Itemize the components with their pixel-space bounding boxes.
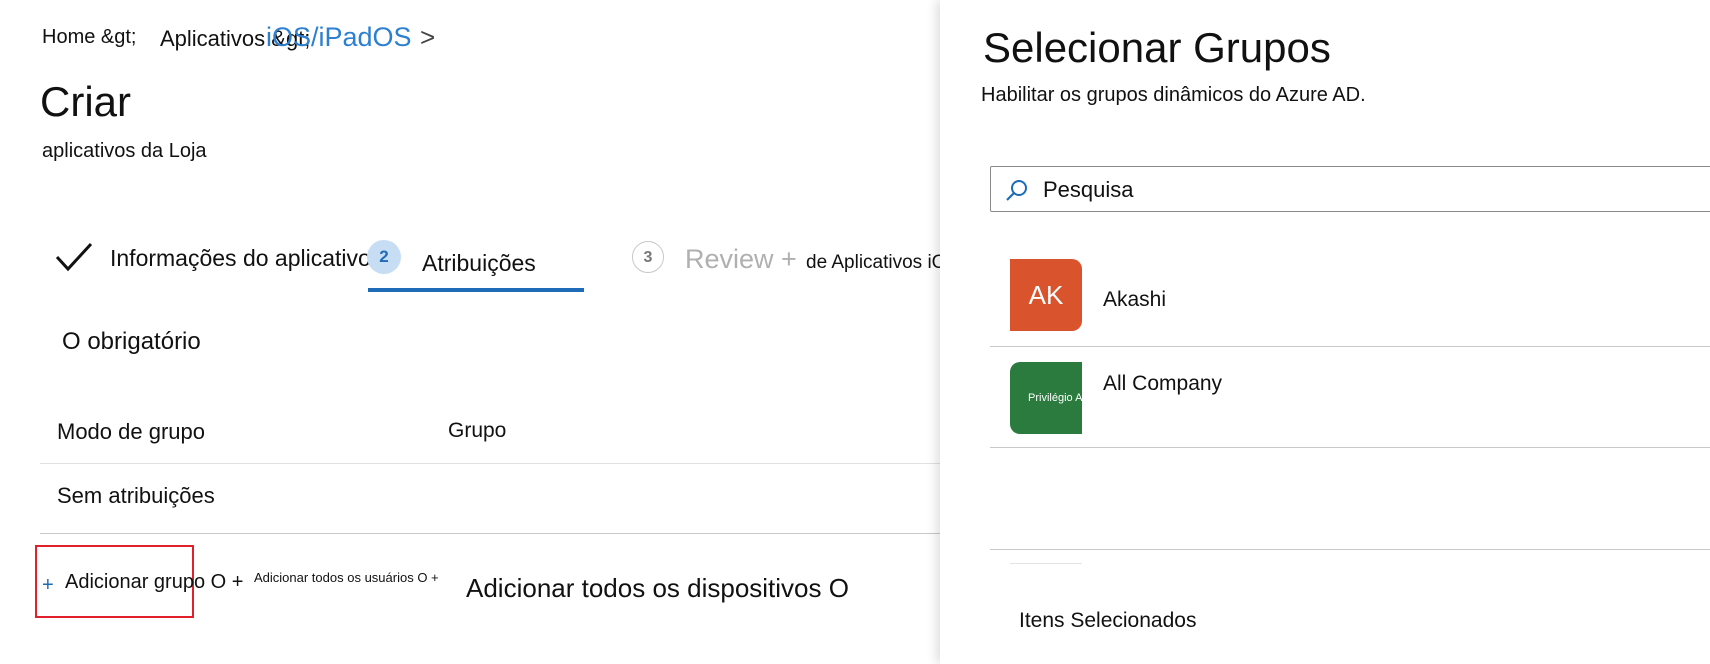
wizard-step-review[interactable]: Review +: [685, 244, 797, 275]
panel-description: Habilitar os grupos dinâmicos do Azure A…: [981, 84, 1366, 106]
page-title: Criar: [40, 78, 131, 125]
empty-assignments-text: Sem atribuições: [57, 483, 215, 508]
wizard-step-number-2: 2: [367, 240, 401, 274]
add-all-users-link[interactable]: Adicionar todos os usuários O +: [254, 570, 439, 585]
select-groups-panel: Selecionar Grupos Habilitar os grupos di…: [940, 0, 1710, 664]
group-name: All Company: [1103, 372, 1223, 395]
wizard-step-number-3: 3: [632, 241, 664, 273]
column-header-group-mode: Modo de grupo: [57, 419, 205, 444]
divider: [990, 447, 1710, 448]
chevron-right-icon: >: [420, 22, 436, 52]
panel-title: Selecionar Grupos: [983, 24, 1331, 71]
column-header-group: Grupo: [448, 419, 507, 442]
plus-icon: +: [42, 574, 54, 596]
divider: [990, 549, 1710, 550]
wizard-step-app-info[interactable]: Informações do aplicativo: [110, 245, 371, 272]
divider: [40, 463, 940, 464]
checkmark-icon: [55, 242, 93, 272]
group-list-item[interactable]: AK Akashi: [990, 255, 1710, 345]
wizard-step-extra-text: de Aplicativos iOS: [806, 252, 960, 273]
add-all-devices-link[interactable]: Adicionar todos os dispositivos O: [466, 573, 849, 604]
search-input[interactable]: [1041, 173, 1705, 207]
required-section-heading: O obrigatório: [62, 328, 201, 355]
add-group-link[interactable]: Adicionar grupo O +: [65, 571, 243, 594]
breadcrumb-home[interactable]: Home &gt;: [42, 26, 136, 49]
divider: [40, 533, 940, 534]
active-step-indicator: [368, 288, 584, 292]
page-subtitle: aplicativos da Loja: [42, 140, 207, 162]
avatar: Privilégio A: [1010, 362, 1082, 434]
selected-items-heading: Itens Selecionados: [1019, 609, 1197, 632]
search-icon: [1006, 180, 1027, 201]
breadcrumb-platform[interactable]: iOS/iPadOS: [266, 22, 412, 53]
app-page: Home &gt; Aplicativos &gt; iOS/iPadOS > …: [0, 0, 1710, 664]
search-box[interactable]: [990, 166, 1710, 212]
divider: [1010, 563, 1082, 564]
group-list-item[interactable]: Privilégio A All Company: [990, 346, 1710, 446]
main-content: Home &gt; Aplicativos &gt; iOS/iPadOS > …: [0, 0, 959, 664]
group-name: Akashi: [1103, 288, 1167, 311]
wizard-step-assignments[interactable]: Atribuições: [422, 250, 536, 277]
avatar: AK: [1010, 259, 1082, 331]
